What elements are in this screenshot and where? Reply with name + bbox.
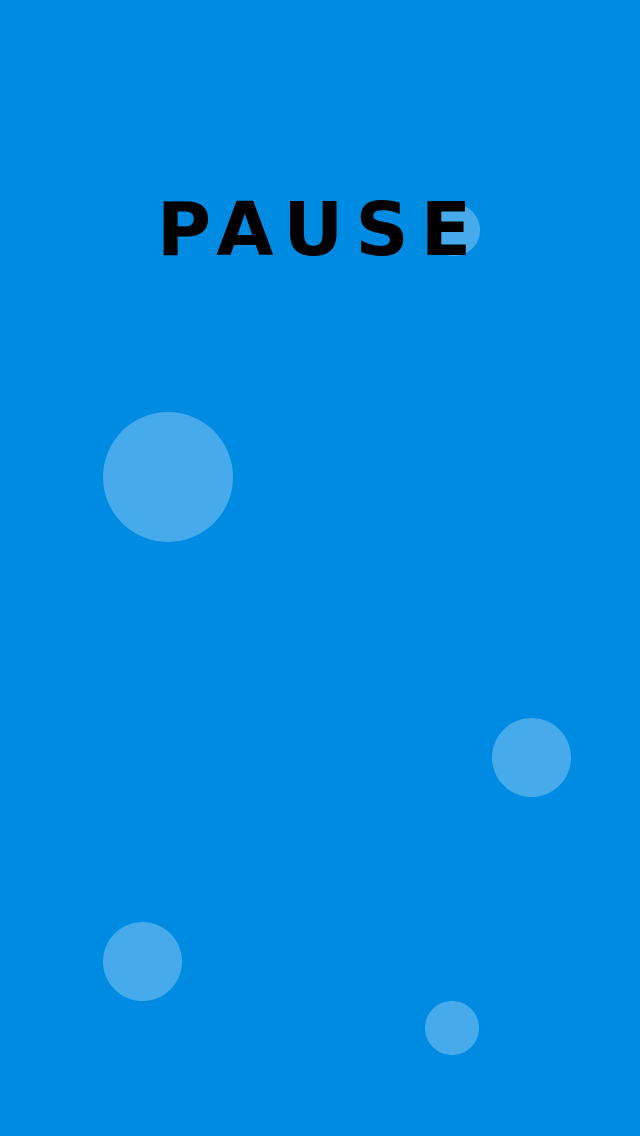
bubble-decoration — [103, 922, 182, 1001]
bubble-decoration — [103, 412, 233, 542]
pause-title: PAUSE — [156, 187, 484, 273]
bubble-decoration — [425, 1001, 479, 1055]
pause-screen: PAUSE — [0, 0, 640, 1136]
bubble-decoration — [492, 718, 571, 797]
